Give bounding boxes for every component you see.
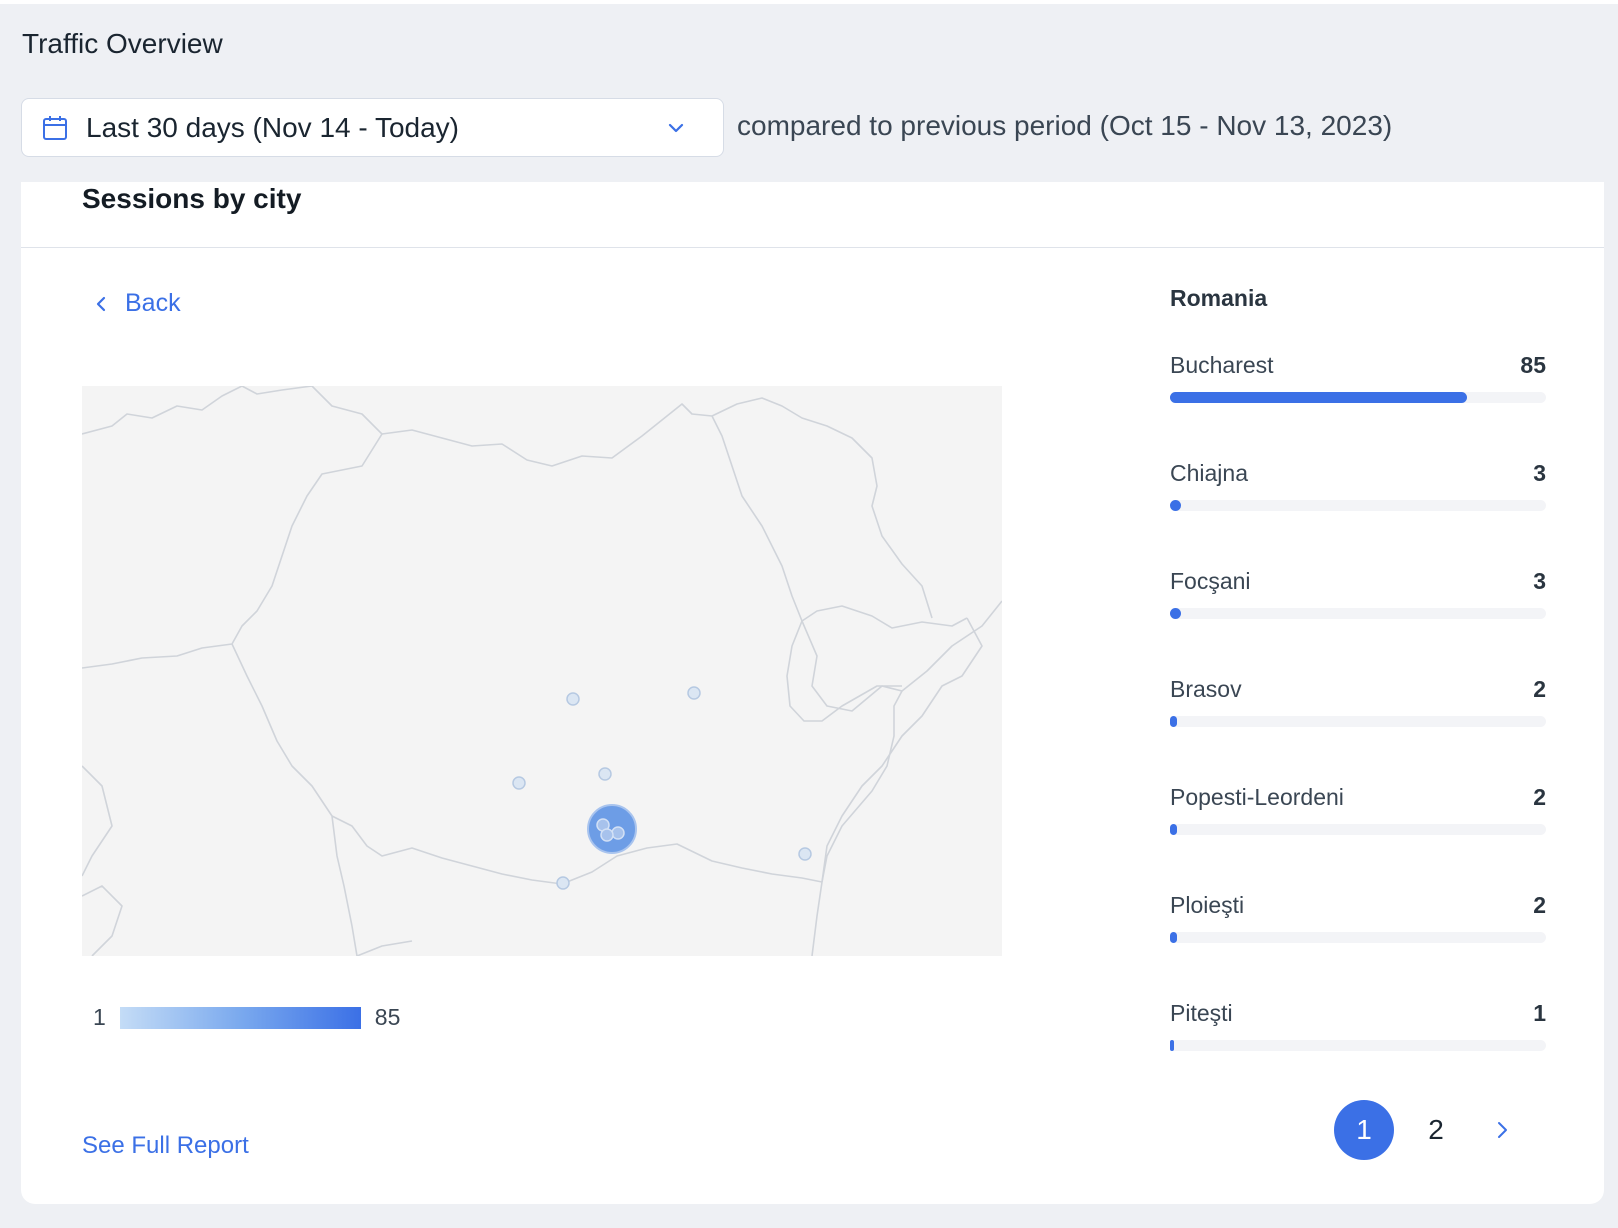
chevron-down-icon xyxy=(668,123,684,132)
city-sessions: 2 xyxy=(1533,676,1546,702)
card-divider xyxy=(21,247,1604,248)
city-bar-fill xyxy=(1170,932,1178,943)
page-title: Traffic Overview xyxy=(22,28,223,59)
map-bubble-ploiesti xyxy=(598,767,612,781)
city-row[interactable]: Brasov 2 xyxy=(1170,676,1546,784)
city-sessions: 2 xyxy=(1533,784,1546,810)
city-bar-fill xyxy=(1170,824,1178,835)
next-page-button[interactable] xyxy=(1482,1110,1522,1150)
map-legend: 1 85 xyxy=(93,1004,400,1031)
map-bubble-bucharest-inner xyxy=(600,828,614,842)
back-link[interactable]: Back xyxy=(91,289,181,318)
city-bar-fill xyxy=(1170,392,1468,403)
city-bar-track xyxy=(1170,824,1546,835)
map-border-north xyxy=(82,386,803,622)
map-border-west xyxy=(82,643,358,956)
city-sessions: 3 xyxy=(1533,568,1546,594)
date-range-label: Last 30 days (Nov 14 - Today) xyxy=(86,111,460,143)
city-bar-track xyxy=(1170,392,1546,403)
map-bubble-constanta xyxy=(798,847,812,861)
city-bar-fill xyxy=(1170,1040,1174,1051)
comparison-period-text: compared to previous period (Oct 15 - No… xyxy=(737,110,1393,141)
city-sessions: 3 xyxy=(1533,460,1546,486)
city-list: Bucharest 85 Chiajna 3 Focşani 3 Brasov … xyxy=(1170,352,1546,1108)
card-title: Sessions by city xyxy=(82,183,302,214)
page-2-button[interactable]: 2 xyxy=(1406,1100,1466,1160)
city-row[interactable]: Bucharest 85 xyxy=(1170,352,1546,460)
legend-gradient xyxy=(119,1006,361,1029)
pagination: 1 2 xyxy=(1334,1100,1522,1160)
city-name: Chiajna xyxy=(1170,460,1248,486)
map-bubble-bucharest xyxy=(587,804,637,854)
city-bar-fill xyxy=(1170,608,1181,619)
city-row[interactable]: Focşani 3 xyxy=(1170,568,1546,676)
city-row[interactable]: Chiajna 3 xyxy=(1170,460,1546,568)
city-bar-track xyxy=(1170,500,1546,511)
city-name: Brasov xyxy=(1170,676,1242,702)
city-bar-track xyxy=(1170,1040,1546,1051)
city-row[interactable]: Popesti-Leordeni 2 xyxy=(1170,784,1546,892)
city-row[interactable]: Ploieşti 2 xyxy=(1170,892,1546,1000)
city-row[interactable]: Piteşti 1 xyxy=(1170,1000,1546,1108)
legend-max: 85 xyxy=(374,1004,401,1030)
map-border-south xyxy=(331,690,903,885)
map-border-southwest xyxy=(82,881,823,956)
city-name: Popesti-Leordeni xyxy=(1170,784,1344,810)
city-name: Piteşti xyxy=(1170,1000,1233,1026)
chevron-left-icon xyxy=(96,296,106,311)
map-border-coast xyxy=(821,617,983,883)
city-bar-fill xyxy=(1170,716,1178,727)
back-label: Back xyxy=(125,289,181,317)
romania-map[interactable] xyxy=(82,386,1002,956)
map-bubble-focsani xyxy=(687,686,701,700)
city-sessions: 1 xyxy=(1533,1000,1546,1026)
region-name: Romania xyxy=(1170,285,1268,311)
map-border-moldova xyxy=(801,600,1002,712)
city-bar-fill xyxy=(1170,500,1181,511)
map-border-east xyxy=(711,397,968,722)
legend-min: 1 xyxy=(93,1004,106,1030)
city-name: Focşani xyxy=(1170,568,1251,594)
chevron-right-icon xyxy=(1498,1122,1507,1138)
city-name: Bucharest xyxy=(1170,352,1274,378)
map-border-northwest xyxy=(82,433,383,669)
city-sessions: 2 xyxy=(1533,892,1546,918)
date-range-dropdown[interactable]: Last 30 days (Nov 14 - Today) xyxy=(21,98,724,157)
see-full-report-link[interactable]: See Full Report xyxy=(82,1132,249,1160)
city-sessions: 85 xyxy=(1520,352,1546,378)
city-bar-track xyxy=(1170,932,1546,943)
map-bubble-popesti-leordeni xyxy=(611,826,625,840)
map-bubble-south xyxy=(556,876,570,890)
map-bubbles xyxy=(512,686,812,890)
map-bubble-brasov xyxy=(566,692,580,706)
sessions-by-city-card: Sessions by city Back 1 85 See Full Repo… xyxy=(21,182,1604,1204)
city-bar-track xyxy=(1170,716,1546,727)
city-name: Ploieşti xyxy=(1170,892,1245,918)
city-bar-track xyxy=(1170,608,1546,619)
page-1-button[interactable]: 1 xyxy=(1334,1100,1394,1160)
calendar-icon xyxy=(43,115,67,140)
map-bubble-pitesti xyxy=(512,776,526,790)
